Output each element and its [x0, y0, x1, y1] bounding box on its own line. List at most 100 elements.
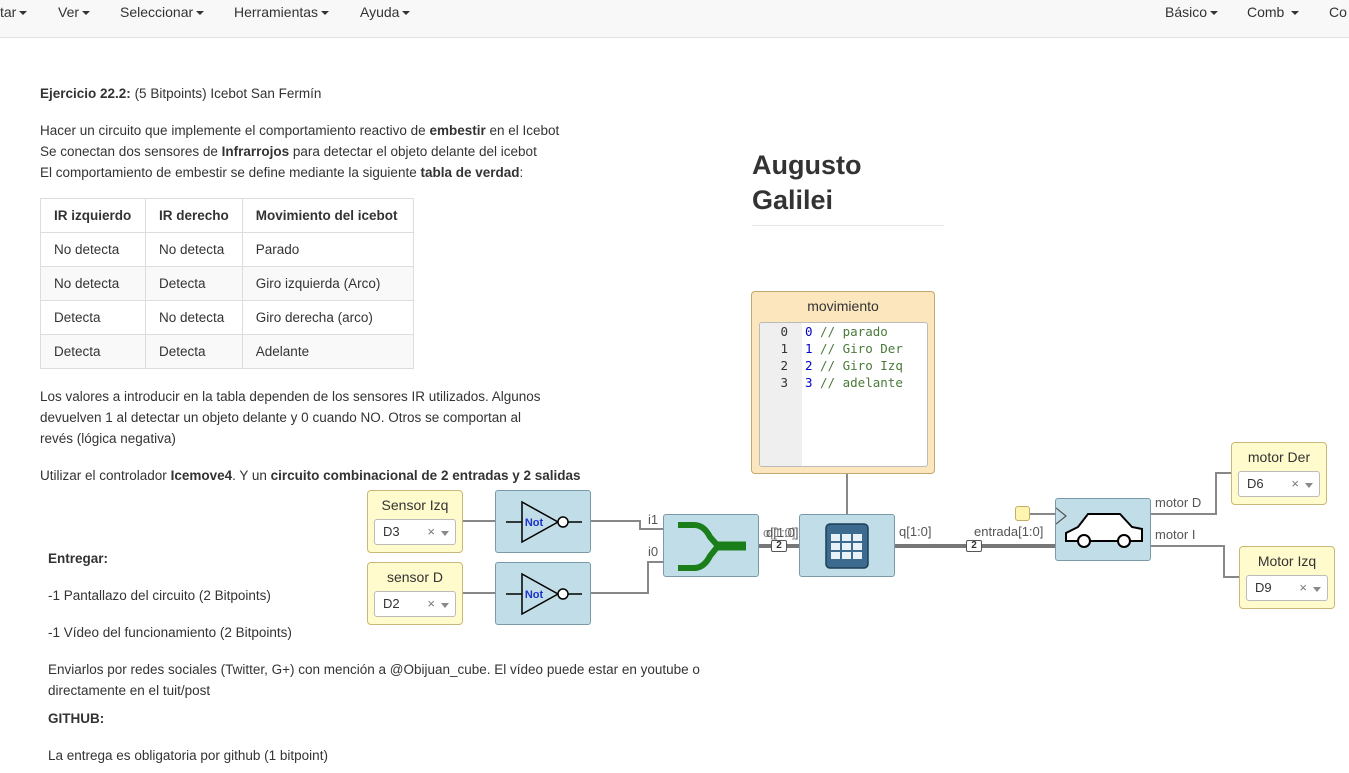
menu-label: Ayuda [360, 4, 400, 20]
exercise-title: Ejercicio 22.2: (5 Bitpoints) Icebot San… [40, 83, 321, 104]
table-icon [825, 523, 869, 569]
entregar-heading: Entregar: [48, 551, 109, 566]
not-gate-top[interactable]: Not [495, 490, 591, 553]
bus-width-badge: 2 [771, 540, 787, 552]
github-heading: GITHUB: [48, 711, 105, 726]
author-last-name: Galilei [752, 185, 834, 215]
bus-joiner-block[interactable] [663, 514, 759, 577]
title-divider [752, 225, 944, 226]
table-cell: No detecta [145, 232, 243, 267]
note-line: directamente en el tuit/post [48, 683, 211, 698]
note-line: Enviarlos por redes sociales (Twitter, G… [48, 662, 700, 677]
menu-seleccionar[interactable]: Seleccionar [120, 4, 205, 20]
table-header: IR izquierdo [40, 198, 146, 233]
code-line: 33 // adelante [780, 375, 903, 390]
note-line: revés (lógica negativa) [40, 431, 176, 446]
menu-label: Comb [1247, 4, 1285, 20]
caret-down-icon [19, 11, 28, 16]
menu-comb[interactable]: Comb [1247, 4, 1300, 20]
note-line: devuelven 1 al detectar un objeto delant… [40, 410, 522, 425]
pin-value: D2 [383, 596, 400, 611]
table-cell: No detecta [40, 232, 146, 267]
sensor-izq-block[interactable]: Sensor Izq D3 × [367, 490, 463, 553]
table-cell: Parado [241, 232, 414, 267]
pin-value: D6 [1247, 476, 1264, 491]
menu-ver[interactable]: Ver [58, 4, 91, 20]
table-cell: Detecta [40, 334, 146, 369]
pin-select[interactable]: D6 × [1238, 471, 1320, 497]
not-gate-bottom[interactable]: Not [495, 562, 591, 625]
dropdown-arrow-icon[interactable] [441, 531, 449, 536]
table-cell: Giro derecha (arco) [241, 300, 414, 335]
dropdown-arrow-icon[interactable] [441, 603, 449, 608]
table-cell: Detecta [40, 300, 146, 335]
menu-label: Seleccionar [120, 4, 194, 20]
dropdown-arrow-icon[interactable] [1313, 587, 1321, 592]
output-label-motor-i: motor I [1155, 527, 1196, 542]
memory-title: movimiento [807, 298, 879, 314]
truth-table: IR izquierdo IR derecho Movimiento del i… [40, 198, 414, 369]
pin-value: D3 [383, 524, 400, 539]
sensor-d-block[interactable]: sensor D D2 × [367, 562, 463, 625]
pin-select[interactable]: D2 × [374, 591, 456, 617]
table-row: No detecta Detecta Giro izquierda (Arco) [40, 266, 414, 301]
note-line: Los valores a introducir en la tabla dep… [40, 389, 541, 404]
menu-herramientas[interactable]: Herramientas [234, 4, 330, 20]
joiner-icon [678, 522, 746, 571]
exercise-name: (5 Bitpoints) Icebot San Fermín [130, 86, 322, 101]
wire [1150, 545, 1240, 578]
block-label: sensor D [386, 569, 444, 585]
menu-ayuda[interactable]: Ayuda [360, 4, 411, 20]
clear-icon[interactable]: × [1291, 472, 1299, 496]
menu-editar[interactable]: tar [0, 4, 28, 20]
exercise-number: Ejercicio 22.2: [40, 86, 131, 101]
menu-co[interactable]: Co [1329, 4, 1347, 20]
author-first-name: Augusto [752, 150, 862, 180]
not-gate-icon: Not [506, 572, 582, 616]
truth-table-rom-block[interactable] [799, 514, 895, 577]
caret-down-icon [321, 11, 330, 16]
memory-editor[interactable]: 00 // parado 11 // Giro Der 22 // Giro I… [759, 322, 928, 467]
pin-select[interactable]: D3 × [374, 519, 456, 545]
bus-width-badge: 2 [966, 540, 982, 552]
output-label-motor-d: motor D [1155, 495, 1202, 510]
not-label: Not [525, 517, 544, 529]
pin-select[interactable]: D9 × [1246, 575, 1328, 601]
table-row: Detecta Detecta Adelante [40, 334, 414, 369]
block-label: Motor Izq [1257, 553, 1317, 569]
input-label-entrada: entrada[1:0] [974, 524, 1044, 539]
icemove-controller-block[interactable] [1055, 498, 1151, 561]
clear-icon[interactable]: × [427, 520, 435, 544]
menu-basico[interactable]: Básico [1165, 4, 1219, 20]
motor-der-block[interactable]: motor Der D6 × [1231, 442, 1327, 505]
memory-block[interactable]: movimiento 00 // parado 11 // Giro Der 2… [751, 291, 935, 474]
clear-icon[interactable]: × [1299, 576, 1307, 600]
table-cell: Detecta [145, 266, 243, 301]
caret-down-icon [82, 11, 91, 16]
menu-label: Herramientas [234, 4, 319, 20]
block-label: Sensor Izq [381, 497, 449, 513]
submission-note: Enviarlos por redes sociales (Twitter, G… [48, 659, 700, 701]
menu-bar: tar Ver Seleccionar Herramientas Ayuda B… [0, 0, 1349, 38]
code-line: 22 // Giro Izq [780, 358, 903, 373]
output-label-q: q[1:0] [899, 524, 932, 539]
input-label-i0: i0 [648, 544, 659, 559]
clock-input[interactable] [1015, 506, 1030, 521]
table-header: IR derecho [145, 198, 243, 233]
dropdown-arrow-icon[interactable] [1305, 483, 1313, 488]
author-title: Augusto Galilei [752, 148, 861, 218]
block-label: motor Der [1247, 449, 1311, 465]
caret-down-icon [1210, 11, 1219, 16]
table-cell: No detecta [40, 266, 146, 301]
motor-izq-block[interactable]: Motor Izq D9 × [1239, 546, 1335, 609]
github-note: La entrega es obligatoria por github (1 … [48, 748, 328, 763]
clear-icon[interactable]: × [427, 592, 435, 616]
menu-label: Co [1329, 4, 1347, 20]
input-label-i1: i1 [648, 512, 659, 527]
input-label-d: d[1:0] [766, 525, 799, 540]
exercise-intro: Hacer un circuito que implemente el comp… [40, 120, 559, 183]
car-icon [1055, 507, 1143, 548]
code-line: 11 // Giro Der [780, 341, 903, 356]
intro-line-2: Se conectan dos sensores de Infrarrojos … [40, 144, 537, 159]
controller-note: Utilizar el controlador Icemove4. Y un c… [40, 468, 581, 483]
